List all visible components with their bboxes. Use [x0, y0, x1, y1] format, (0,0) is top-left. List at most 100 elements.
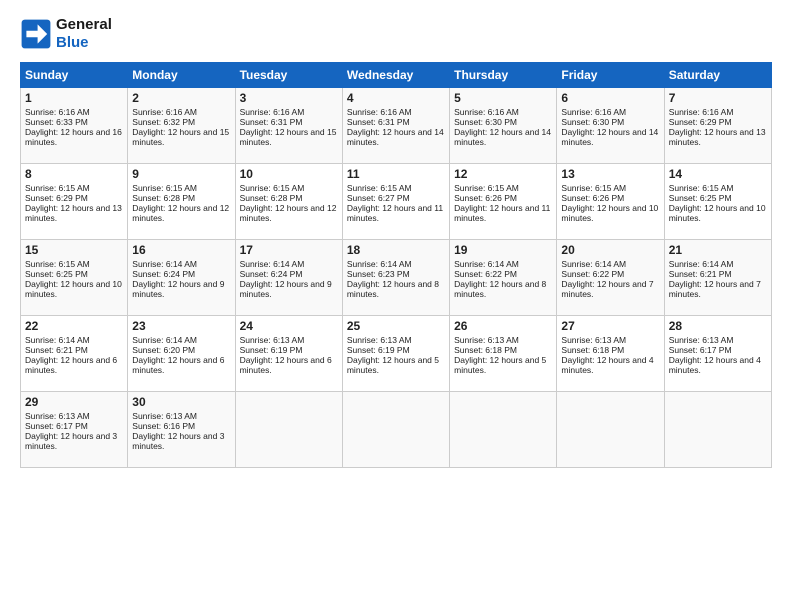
sunset-label: Sunset: 6:33 PM	[25, 117, 88, 127]
daylight-label: Daylight: 12 hours and 10 minutes.	[561, 203, 658, 223]
sunset-label: Sunset: 6:16 PM	[132, 421, 195, 431]
day-number: 30	[132, 395, 230, 409]
week-row: 15 Sunrise: 6:15 AM Sunset: 6:25 PM Dayl…	[21, 240, 772, 316]
day-number: 22	[25, 319, 123, 333]
sunset-label: Sunset: 6:24 PM	[240, 269, 303, 279]
daylight-label: Daylight: 12 hours and 4 minutes.	[669, 355, 761, 375]
calendar-cell: 21 Sunrise: 6:14 AM Sunset: 6:21 PM Dayl…	[664, 240, 771, 316]
daylight-label: Daylight: 12 hours and 14 minutes.	[454, 127, 551, 147]
daylight-label: Daylight: 12 hours and 4 minutes.	[561, 355, 653, 375]
sunrise-label: Sunrise: 6:14 AM	[132, 259, 197, 269]
daylight-label: Daylight: 12 hours and 12 minutes.	[132, 203, 229, 223]
daylight-label: Daylight: 12 hours and 10 minutes.	[669, 203, 766, 223]
calendar-cell: 27 Sunrise: 6:13 AM Sunset: 6:18 PM Dayl…	[557, 316, 664, 392]
daylight-label: Daylight: 12 hours and 14 minutes.	[561, 127, 658, 147]
day-number: 17	[240, 243, 338, 257]
calendar-cell: 29 Sunrise: 6:13 AM Sunset: 6:17 PM Dayl…	[21, 392, 128, 468]
calendar-cell: 15 Sunrise: 6:15 AM Sunset: 6:25 PM Dayl…	[21, 240, 128, 316]
sunset-label: Sunset: 6:26 PM	[454, 193, 517, 203]
calendar-cell: 16 Sunrise: 6:14 AM Sunset: 6:24 PM Dayl…	[128, 240, 235, 316]
col-monday: Monday	[128, 63, 235, 88]
sunset-label: Sunset: 6:18 PM	[561, 345, 624, 355]
calendar-cell: 30 Sunrise: 6:13 AM Sunset: 6:16 PM Dayl…	[128, 392, 235, 468]
sunset-label: Sunset: 6:30 PM	[561, 117, 624, 127]
sunrise-label: Sunrise: 6:16 AM	[240, 107, 305, 117]
col-tuesday: Tuesday	[235, 63, 342, 88]
day-number: 9	[132, 167, 230, 181]
calendar-cell: 1 Sunrise: 6:16 AM Sunset: 6:33 PM Dayli…	[21, 88, 128, 164]
calendar-cell: 4 Sunrise: 6:16 AM Sunset: 6:31 PM Dayli…	[342, 88, 449, 164]
calendar-cell: 25 Sunrise: 6:13 AM Sunset: 6:19 PM Dayl…	[342, 316, 449, 392]
daylight-label: Daylight: 12 hours and 13 minutes.	[669, 127, 766, 147]
day-number: 28	[669, 319, 767, 333]
calendar-cell	[557, 392, 664, 468]
day-number: 5	[454, 91, 552, 105]
calendar-cell: 11 Sunrise: 6:15 AM Sunset: 6:27 PM Dayl…	[342, 164, 449, 240]
daylight-label: Daylight: 12 hours and 11 minutes.	[454, 203, 550, 223]
col-friday: Friday	[557, 63, 664, 88]
col-saturday: Saturday	[664, 63, 771, 88]
sunrise-label: Sunrise: 6:16 AM	[454, 107, 519, 117]
sunset-label: Sunset: 6:23 PM	[347, 269, 410, 279]
col-wednesday: Wednesday	[342, 63, 449, 88]
sunrise-label: Sunrise: 6:16 AM	[561, 107, 626, 117]
sunset-label: Sunset: 6:22 PM	[454, 269, 517, 279]
daylight-label: Daylight: 12 hours and 3 minutes.	[132, 431, 224, 451]
logo-text: General Blue	[56, 16, 112, 52]
calendar-cell: 3 Sunrise: 6:16 AM Sunset: 6:31 PM Dayli…	[235, 88, 342, 164]
sunrise-label: Sunrise: 6:14 AM	[25, 335, 90, 345]
calendar-cell: 14 Sunrise: 6:15 AM Sunset: 6:25 PM Dayl…	[664, 164, 771, 240]
calendar-body: 1 Sunrise: 6:16 AM Sunset: 6:33 PM Dayli…	[21, 88, 772, 468]
sunset-label: Sunset: 6:19 PM	[347, 345, 410, 355]
sunrise-label: Sunrise: 6:13 AM	[561, 335, 626, 345]
sunset-label: Sunset: 6:26 PM	[561, 193, 624, 203]
day-number: 2	[132, 91, 230, 105]
day-number: 23	[132, 319, 230, 333]
day-number: 8	[25, 167, 123, 181]
sunrise-label: Sunrise: 6:13 AM	[25, 411, 90, 421]
day-number: 21	[669, 243, 767, 257]
calendar-cell	[450, 392, 557, 468]
daylight-label: Daylight: 12 hours and 9 minutes.	[240, 279, 332, 299]
day-number: 14	[669, 167, 767, 181]
day-number: 18	[347, 243, 445, 257]
sunrise-label: Sunrise: 6:14 AM	[561, 259, 626, 269]
sunset-label: Sunset: 6:17 PM	[25, 421, 88, 431]
calendar-cell: 8 Sunrise: 6:15 AM Sunset: 6:29 PM Dayli…	[21, 164, 128, 240]
sunset-label: Sunset: 6:20 PM	[132, 345, 195, 355]
sunset-label: Sunset: 6:28 PM	[132, 193, 195, 203]
logo-icon	[20, 18, 52, 50]
sunrise-label: Sunrise: 6:15 AM	[561, 183, 626, 193]
week-row: 29 Sunrise: 6:13 AM Sunset: 6:17 PM Dayl…	[21, 392, 772, 468]
sunrise-label: Sunrise: 6:15 AM	[25, 183, 90, 193]
sunrise-label: Sunrise: 6:14 AM	[669, 259, 734, 269]
daylight-label: Daylight: 12 hours and 11 minutes.	[347, 203, 443, 223]
calendar-cell	[342, 392, 449, 468]
calendar-cell: 9 Sunrise: 6:15 AM Sunset: 6:28 PM Dayli…	[128, 164, 235, 240]
daylight-label: Daylight: 12 hours and 6 minutes.	[240, 355, 332, 375]
calendar-table: Sunday Monday Tuesday Wednesday Thursday…	[20, 62, 772, 468]
sunrise-label: Sunrise: 6:15 AM	[132, 183, 197, 193]
sunrise-label: Sunrise: 6:16 AM	[347, 107, 412, 117]
calendar-cell: 26 Sunrise: 6:13 AM Sunset: 6:18 PM Dayl…	[450, 316, 557, 392]
calendar-cell: 18 Sunrise: 6:14 AM Sunset: 6:23 PM Dayl…	[342, 240, 449, 316]
sunrise-label: Sunrise: 6:15 AM	[240, 183, 305, 193]
sunset-label: Sunset: 6:25 PM	[669, 193, 732, 203]
week-row: 1 Sunrise: 6:16 AM Sunset: 6:33 PM Dayli…	[21, 88, 772, 164]
sunset-label: Sunset: 6:30 PM	[454, 117, 517, 127]
calendar-cell: 28 Sunrise: 6:13 AM Sunset: 6:17 PM Dayl…	[664, 316, 771, 392]
sunset-label: Sunset: 6:22 PM	[561, 269, 624, 279]
sunrise-label: Sunrise: 6:13 AM	[347, 335, 412, 345]
calendar-cell: 10 Sunrise: 6:15 AM Sunset: 6:28 PM Dayl…	[235, 164, 342, 240]
day-number: 10	[240, 167, 338, 181]
day-number: 3	[240, 91, 338, 105]
sunset-label: Sunset: 6:24 PM	[132, 269, 195, 279]
day-number: 1	[25, 91, 123, 105]
col-thursday: Thursday	[450, 63, 557, 88]
sunset-label: Sunset: 6:21 PM	[669, 269, 732, 279]
calendar-cell	[664, 392, 771, 468]
sunset-label: Sunset: 6:29 PM	[669, 117, 732, 127]
calendar-cell: 5 Sunrise: 6:16 AM Sunset: 6:30 PM Dayli…	[450, 88, 557, 164]
calendar-cell: 13 Sunrise: 6:15 AM Sunset: 6:26 PM Dayl…	[557, 164, 664, 240]
week-row: 8 Sunrise: 6:15 AM Sunset: 6:29 PM Dayli…	[21, 164, 772, 240]
